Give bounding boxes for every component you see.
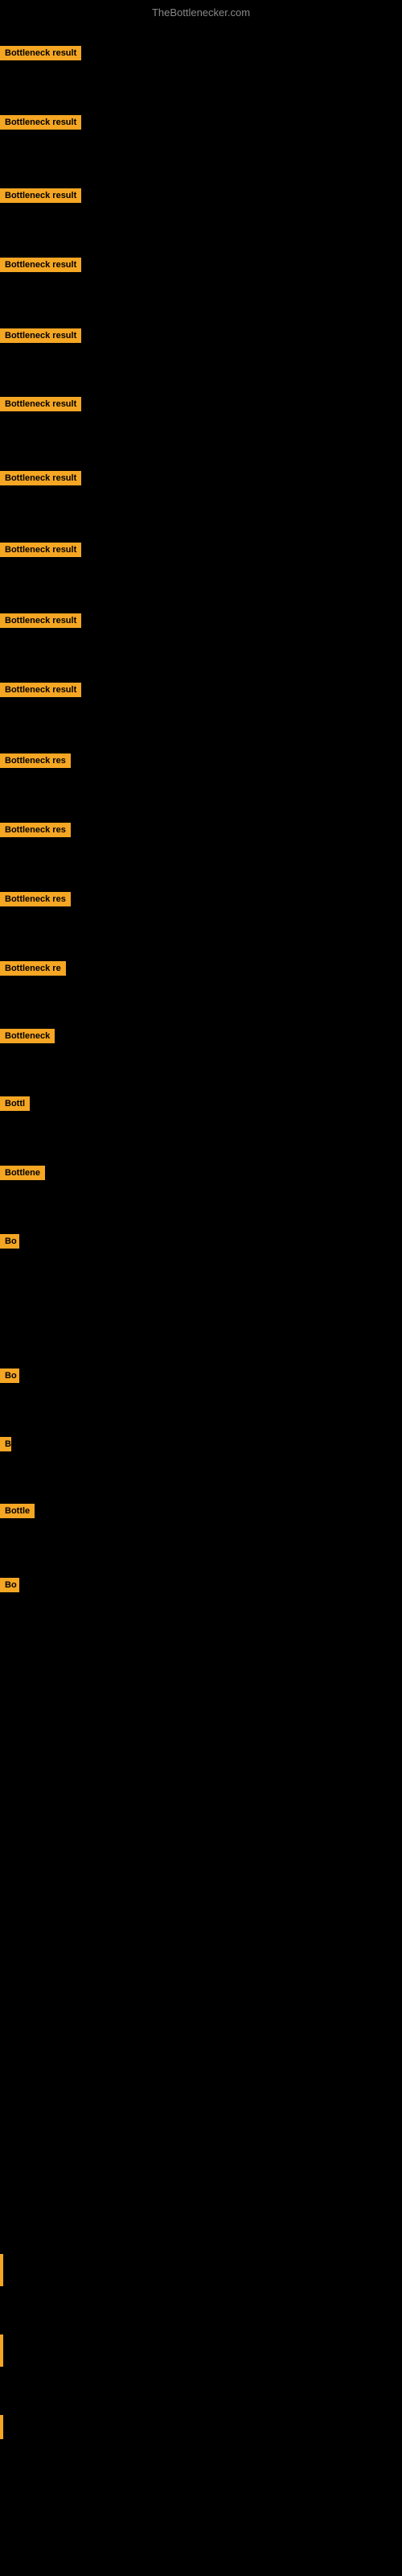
bottleneck-badge: Bottlene <box>0 1166 45 1180</box>
bottleneck-badge: Bo <box>0 1578 19 1592</box>
site-title: TheBottlenecker.com <box>0 0 402 22</box>
bottleneck-badge: Bottleneck res <box>0 892 71 906</box>
bottleneck-badge: Bottleneck result <box>0 683 81 697</box>
bottleneck-badge: Bo <box>0 1234 19 1249</box>
bottleneck-badge: Bottleneck res <box>0 823 71 837</box>
bottleneck-badge: B <box>0 1437 11 1451</box>
bottleneck-badge: Bottleneck result <box>0 613 81 628</box>
bottleneck-badge: Bottleneck result <box>0 258 81 272</box>
bottleneck-badge: Bottleneck result <box>0 471 81 485</box>
bottleneck-badge: Bottleneck result <box>0 115 81 130</box>
bottleneck-badge: Bottleneck re <box>0 961 66 976</box>
bottleneck-badge: Bottleneck result <box>0 46 81 60</box>
bottleneck-badge: Bottleneck <box>0 1029 55 1043</box>
bottleneck-badge: Bottleneck result <box>0 543 81 557</box>
vertical-bar <box>0 2254 3 2286</box>
bottleneck-badge: Bottl <box>0 1096 30 1111</box>
bottleneck-badge: Bottleneck result <box>0 188 81 203</box>
vertical-bar <box>0 2415 3 2439</box>
bottleneck-badge: Bottle <box>0 1504 35 1518</box>
bottleneck-badge: Bottleneck result <box>0 397 81 411</box>
vertical-bar <box>0 2334 3 2367</box>
bottleneck-badge: Bo <box>0 1368 19 1383</box>
bottleneck-badge: Bottleneck res <box>0 753 71 768</box>
bottleneck-badge: Bottleneck result <box>0 328 81 343</box>
